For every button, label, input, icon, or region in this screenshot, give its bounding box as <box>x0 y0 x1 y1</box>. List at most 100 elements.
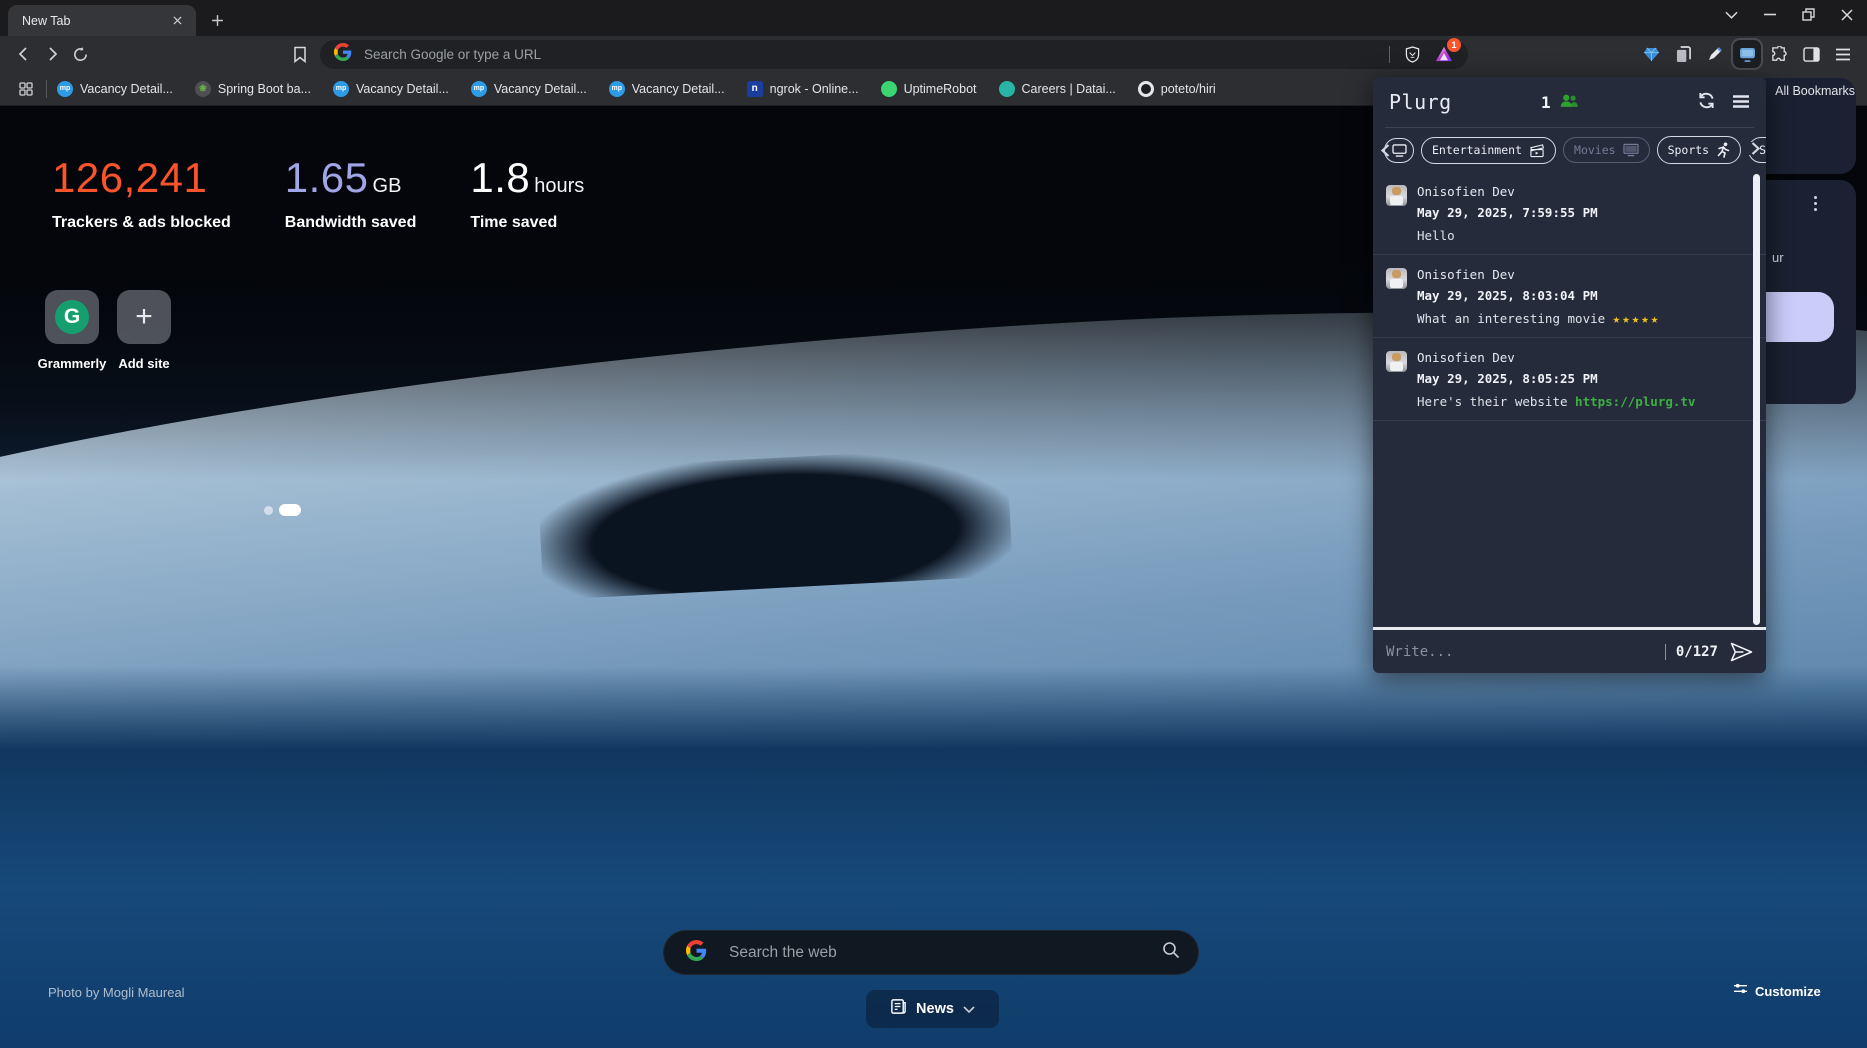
header-actions <box>1697 92 1750 113</box>
message-composer: Write... 0/127 <box>1373 627 1766 673</box>
bookmark-spring-boot[interactable]: ❀ Spring Boot ba... <box>195 81 311 97</box>
all-bookmarks-button[interactable]: All Bookmarks <box>1775 84 1855 98</box>
chip-movies[interactable]: Movies <box>1563 137 1650 163</box>
new-tab-button[interactable] <box>204 7 230 33</box>
grammerly-icon: G <box>55 300 89 334</box>
toolbar: Search Google or type a URL 1 <box>0 36 1867 72</box>
plurg-title: Plurg <box>1389 90 1452 114</box>
tab-title: New Tab <box>22 14 168 28</box>
top-sites: G Grammerly + Add site <box>45 290 171 371</box>
send-icon[interactable] <box>1730 642 1753 662</box>
restore-icon[interactable] <box>1802 8 1815 21</box>
customize-button[interactable]: Customize <box>1733 982 1821 1000</box>
stat-trackers-blocked: 126,241 Trackers & ads blocked <box>52 154 231 232</box>
message-item: Onisofien Dev May 29, 2025, 7:59:55 PM H… <box>1373 172 1766 255</box>
web-search-input[interactable]: Search the web <box>729 944 1162 962</box>
plus-icon: + <box>135 302 153 332</box>
chip-entertainment[interactable]: Entertainment <box>1421 137 1556 164</box>
rewards-widget-card: ur <box>1752 180 1856 404</box>
mp-favicon: mp <box>609 81 625 97</box>
rewards-badge: 1 <box>1447 38 1461 52</box>
stat-bandwidth-saved: 1.65GB Bandwidth saved <box>285 154 417 232</box>
apps-grid-icon[interactable] <box>14 77 38 101</box>
char-counter: 0/127 <box>1665 644 1718 660</box>
omnibox-separator <box>1389 46 1390 63</box>
message-input[interactable]: Write... <box>1386 644 1665 660</box>
tab-close-icon[interactable] <box>168 12 186 30</box>
popup-menu-icon[interactable] <box>1732 93 1750 112</box>
widget-text-fragment: ur <box>1772 250 1784 265</box>
message-list[interactable]: Onisofien Dev May 29, 2025, 7:59:55 PM H… <box>1373 172 1766 627</box>
bookmark-careers-dataiku[interactable]: Careers | Datai... <box>999 81 1116 97</box>
copy-extension-icon[interactable] <box>1669 40 1697 68</box>
gem-extension-icon[interactable] <box>1637 40 1665 68</box>
minimize-icon[interactable] <box>1764 13 1776 16</box>
address-bar[interactable]: Search Google or type a URL 1 <box>320 40 1468 69</box>
bookmark-ribbon-icon[interactable] <box>286 40 314 68</box>
chip-sports[interactable]: Sports <box>1657 136 1742 164</box>
avatar <box>1386 351 1407 372</box>
plurg-popup: Plurg 1 Entertainment Movie <box>1373 77 1766 673</box>
bookmark-uptimerobot[interactable]: UptimeRobot <box>881 81 977 97</box>
viewer-count-group: 1 <box>1541 93 1580 112</box>
back-icon[interactable] <box>10 40 38 68</box>
brave-rewards-icon[interactable]: 1 <box>1430 42 1458 66</box>
extensions-puzzle-icon[interactable] <box>1765 40 1793 68</box>
bookmark-vacancy-2[interactable]: mp Vacancy Detail... <box>333 81 449 97</box>
bookmark-ngrok[interactable]: n ngrok - Online... <box>747 81 859 97</box>
dataiku-favicon <box>999 81 1015 97</box>
star-rating: ★★★★★ <box>1613 311 1661 326</box>
mp-favicon: mp <box>471 81 487 97</box>
news-button[interactable]: News <box>866 990 999 1028</box>
photo-credit: Photo by Mogli Maureal <box>48 985 185 1000</box>
message-link[interactable]: https://plurg.tv <box>1575 394 1695 409</box>
close-window-icon[interactable] <box>1841 9 1853 21</box>
pen-extension-icon[interactable] <box>1701 40 1729 68</box>
kebab-menu-icon[interactable] <box>1814 196 1817 211</box>
tab-search-chevron-icon[interactable] <box>1725 11 1738 19</box>
titlebar: New Tab <box>0 0 1867 36</box>
search-icon[interactable] <box>1162 941 1180 964</box>
bookmark-vacancy-3[interactable]: mp Vacancy Detail... <box>471 81 587 97</box>
counter-divider <box>1665 644 1666 660</box>
slide-dot[interactable] <box>264 506 273 515</box>
browser-menu-icon[interactable] <box>1829 40 1857 68</box>
stat-time-saved: 1.8hours Time saved <box>470 154 584 232</box>
monitor-icon <box>1623 143 1639 157</box>
avatar <box>1386 185 1407 206</box>
bookmark-poteto-hiri[interactable]: poteto/hiri <box>1138 81 1216 97</box>
messages-scrollbar[interactable] <box>1753 174 1760 625</box>
message-item: Onisofien Dev May 29, 2025, 8:05:25 PM H… <box>1373 338 1766 421</box>
chips-scroll-right-icon[interactable] <box>1748 142 1760 155</box>
avatar <box>1386 268 1407 289</box>
sidebar-toggle-icon[interactable] <box>1797 40 1825 68</box>
clapperboard-icon <box>1529 143 1545 158</box>
spring-favicon: ❀ <box>195 81 211 97</box>
github-favicon <box>1138 81 1154 97</box>
reload-icon[interactable] <box>66 40 94 68</box>
ngrok-favicon: n <box>747 81 763 97</box>
bookmark-vacancy-4[interactable]: mp Vacancy Detail... <box>609 81 725 97</box>
chip-clipped[interactable] <box>1384 138 1414 163</box>
brave-stats: 126,241 Trackers & ads blocked 1.65GB Ba… <box>52 154 638 232</box>
bookmark-vacancy-1[interactable]: mp Vacancy Detail... <box>57 81 173 97</box>
plurg-header: Plurg 1 <box>1373 77 1766 127</box>
slide-indicator[interactable] <box>264 504 301 516</box>
shortcut-add-site[interactable]: + Add site <box>117 290 171 371</box>
extension-cluster <box>1637 40 1857 68</box>
shortcut-grammerly[interactable]: G Grammerly <box>45 290 99 371</box>
runner-icon <box>1716 142 1730 158</box>
refresh-icon[interactable] <box>1697 92 1716 113</box>
news-icon <box>890 998 907 1020</box>
tab-new-tab[interactable]: New Tab <box>8 5 196 36</box>
plurg-extension-icon[interactable] <box>1733 40 1761 68</box>
sliders-icon <box>1733 982 1748 1000</box>
web-search-bar[interactable]: Search the web <box>663 930 1199 975</box>
forward-icon[interactable] <box>38 40 66 68</box>
url-input[interactable]: Search Google or type a URL <box>364 47 1379 62</box>
slide-dot-active[interactable] <box>279 504 301 516</box>
brave-shield-icon[interactable] <box>1400 42 1424 66</box>
mp-favicon: mp <box>333 81 349 97</box>
category-chips: Entertainment Movies Sports Science <box>1373 128 1766 172</box>
google-logo-icon <box>686 940 707 966</box>
